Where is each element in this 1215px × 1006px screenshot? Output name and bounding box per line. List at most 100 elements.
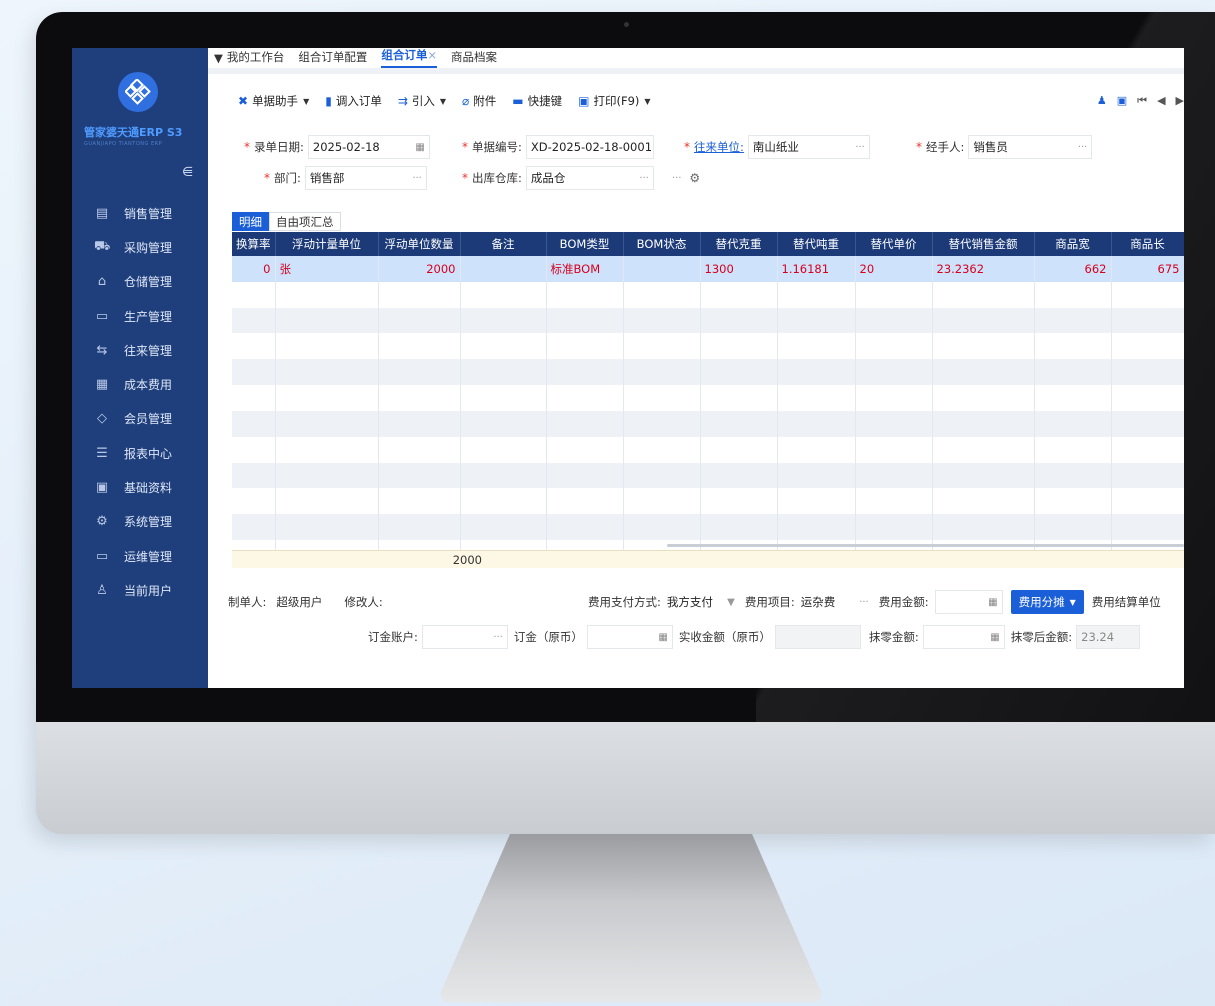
table-cell[interactable] — [460, 410, 547, 437]
table-cell[interactable] — [777, 488, 856, 515]
date-input[interactable]: 2025-02-18 ▦ — [307, 135, 430, 159]
table-cell[interactable] — [546, 462, 624, 489]
table-row[interactable] — [232, 385, 1184, 411]
table-cell[interactable]: 23.2362 — [932, 256, 1035, 282]
horizontal-scrollbar[interactable] — [667, 544, 1184, 547]
table-cell[interactable] — [1111, 462, 1184, 489]
table-cell[interactable] — [700, 488, 778, 515]
table-cell[interactable] — [546, 359, 624, 386]
more-icon[interactable]: ··· — [1078, 142, 1088, 153]
table-cell[interactable] — [777, 333, 856, 360]
sidebar-item-10[interactable]: ▭ 运维管理 — [72, 539, 208, 573]
table-cell[interactable] — [275, 307, 379, 334]
column-header[interactable]: 商品宽 — [1034, 232, 1112, 256]
table-cell[interactable] — [777, 385, 856, 411]
sidebar-item-3[interactable]: ▭ 生产管理 — [72, 299, 208, 333]
table-cell[interactable] — [378, 385, 461, 411]
table-cell[interactable] — [855, 333, 933, 360]
sidebar-item-4[interactable]: ⇆ 往来管理 — [72, 333, 208, 367]
table-row[interactable] — [232, 333, 1184, 360]
table-row[interactable]: 0 张 2000 标准BOM 1300 1.16181 20 23.2362 662 675 — [232, 256, 1184, 282]
rounding-input[interactable]: ▦ — [922, 625, 1005, 649]
table-cell[interactable] — [232, 281, 276, 308]
table-row[interactable] — [232, 514, 1184, 541]
table-cell[interactable] — [623, 462, 701, 489]
table-cell[interactable] — [546, 514, 624, 541]
more-icon[interactable]: ··· — [859, 597, 869, 608]
next-record-icon[interactable]: ▶ — [1176, 94, 1184, 108]
table-cell[interactable] — [275, 514, 379, 541]
column-header[interactable]: BOM类型 — [546, 232, 624, 256]
table-cell[interactable] — [378, 514, 461, 541]
table-cell[interactable] — [546, 333, 624, 360]
table-cell[interactable] — [932, 436, 1035, 463]
table-row[interactable] — [232, 462, 1184, 489]
table-cell[interactable] — [232, 333, 276, 360]
table-cell[interactable] — [777, 359, 856, 386]
dept-input[interactable]: 销售部 ··· — [304, 166, 427, 190]
fee-item-input[interactable]: 运杂费 ··· — [797, 590, 873, 614]
column-header[interactable]: 替代克重 — [700, 232, 778, 256]
print-button[interactable]: ▣ 打印(F9) ▼ — [578, 93, 650, 109]
close-tab-icon[interactable]: × — [427, 48, 437, 62]
table-cell[interactable] — [777, 436, 856, 463]
table-cell[interactable] — [700, 359, 778, 386]
table-cell[interactable] — [378, 488, 461, 515]
table-cell[interactable] — [378, 462, 461, 489]
table-cell[interactable] — [546, 385, 624, 411]
sidebar-item-7[interactable]: ☰ 报表中心 — [72, 436, 208, 470]
table-cell[interactable] — [932, 385, 1035, 411]
handler-input[interactable]: 销售员 ··· — [968, 135, 1093, 159]
table-cell[interactable] — [378, 281, 461, 308]
fee-amount-input[interactable]: ▦ — [934, 590, 1003, 614]
sidebar-item-6[interactable]: ◇ 会员管理 — [72, 402, 208, 436]
tab-detail[interactable]: 明细 — [232, 212, 269, 231]
table-cell[interactable] — [378, 333, 461, 360]
table-cell[interactable] — [460, 462, 547, 489]
table-cell[interactable] — [855, 514, 933, 541]
table-cell[interactable] — [232, 359, 276, 386]
column-header[interactable]: BOM状态 — [623, 232, 701, 256]
table-cell[interactable] — [932, 359, 1035, 386]
table-cell[interactable] — [460, 385, 547, 411]
table-cell[interactable] — [932, 488, 1035, 515]
partner-link[interactable]: 往来单位: — [694, 139, 744, 155]
table-cell[interactable] — [1034, 359, 1112, 386]
table-cell[interactable] — [275, 488, 379, 515]
table-cell[interactable] — [232, 514, 276, 541]
tab-combo-order[interactable]: 组合订单× — [381, 48, 437, 68]
sidebar-item-0[interactable]: ▤ 销售管理 — [72, 196, 208, 230]
copy-icon[interactable]: ▣ — [1117, 94, 1127, 108]
table-cell[interactable]: 2000 — [378, 256, 461, 282]
table-cell[interactable] — [623, 436, 701, 463]
table-cell[interactable]: 1300 — [700, 256, 778, 282]
import-button[interactable]: ⇉ 引入 ▼ — [398, 93, 446, 109]
collapse-menu-icon[interactable]: ⋹ — [182, 165, 193, 180]
settings-gear-icon[interactable]: ⚙ — [689, 171, 700, 185]
tab-free-item-summary[interactable]: 自由项汇总 — [269, 212, 341, 231]
table-row[interactable] — [232, 436, 1184, 463]
table-cell[interactable] — [623, 514, 701, 541]
table-cell[interactable] — [546, 436, 624, 463]
table-cell[interactable] — [460, 488, 547, 515]
deposit-account-input[interactable]: ··· — [421, 625, 508, 649]
table-cell[interactable] — [232, 385, 276, 411]
table-cell[interactable] — [460, 307, 547, 334]
table-cell[interactable] — [1034, 488, 1112, 515]
attachment-button[interactable]: ⌀ 附件 — [462, 93, 496, 109]
table-cell[interactable] — [232, 410, 276, 437]
table-cell[interactable] — [623, 307, 701, 334]
table-row[interactable] — [232, 488, 1184, 515]
table-cell[interactable] — [232, 436, 276, 463]
table-cell[interactable] — [932, 462, 1035, 489]
table-cell[interactable] — [777, 410, 856, 437]
table-cell[interactable] — [700, 281, 778, 308]
table-cell[interactable] — [1034, 462, 1112, 489]
table-cell[interactable]: 标准BOM — [546, 256, 624, 282]
sidebar-item-8[interactable]: ▣ 基础资料 — [72, 470, 208, 504]
sidebar-item-11[interactable]: ♙ 当前用户 — [72, 573, 208, 607]
table-cell[interactable] — [1111, 333, 1184, 360]
more-icon[interactable]: ··· — [672, 173, 682, 184]
table-cell[interactable] — [623, 256, 701, 282]
table-cell[interactable] — [275, 333, 379, 360]
